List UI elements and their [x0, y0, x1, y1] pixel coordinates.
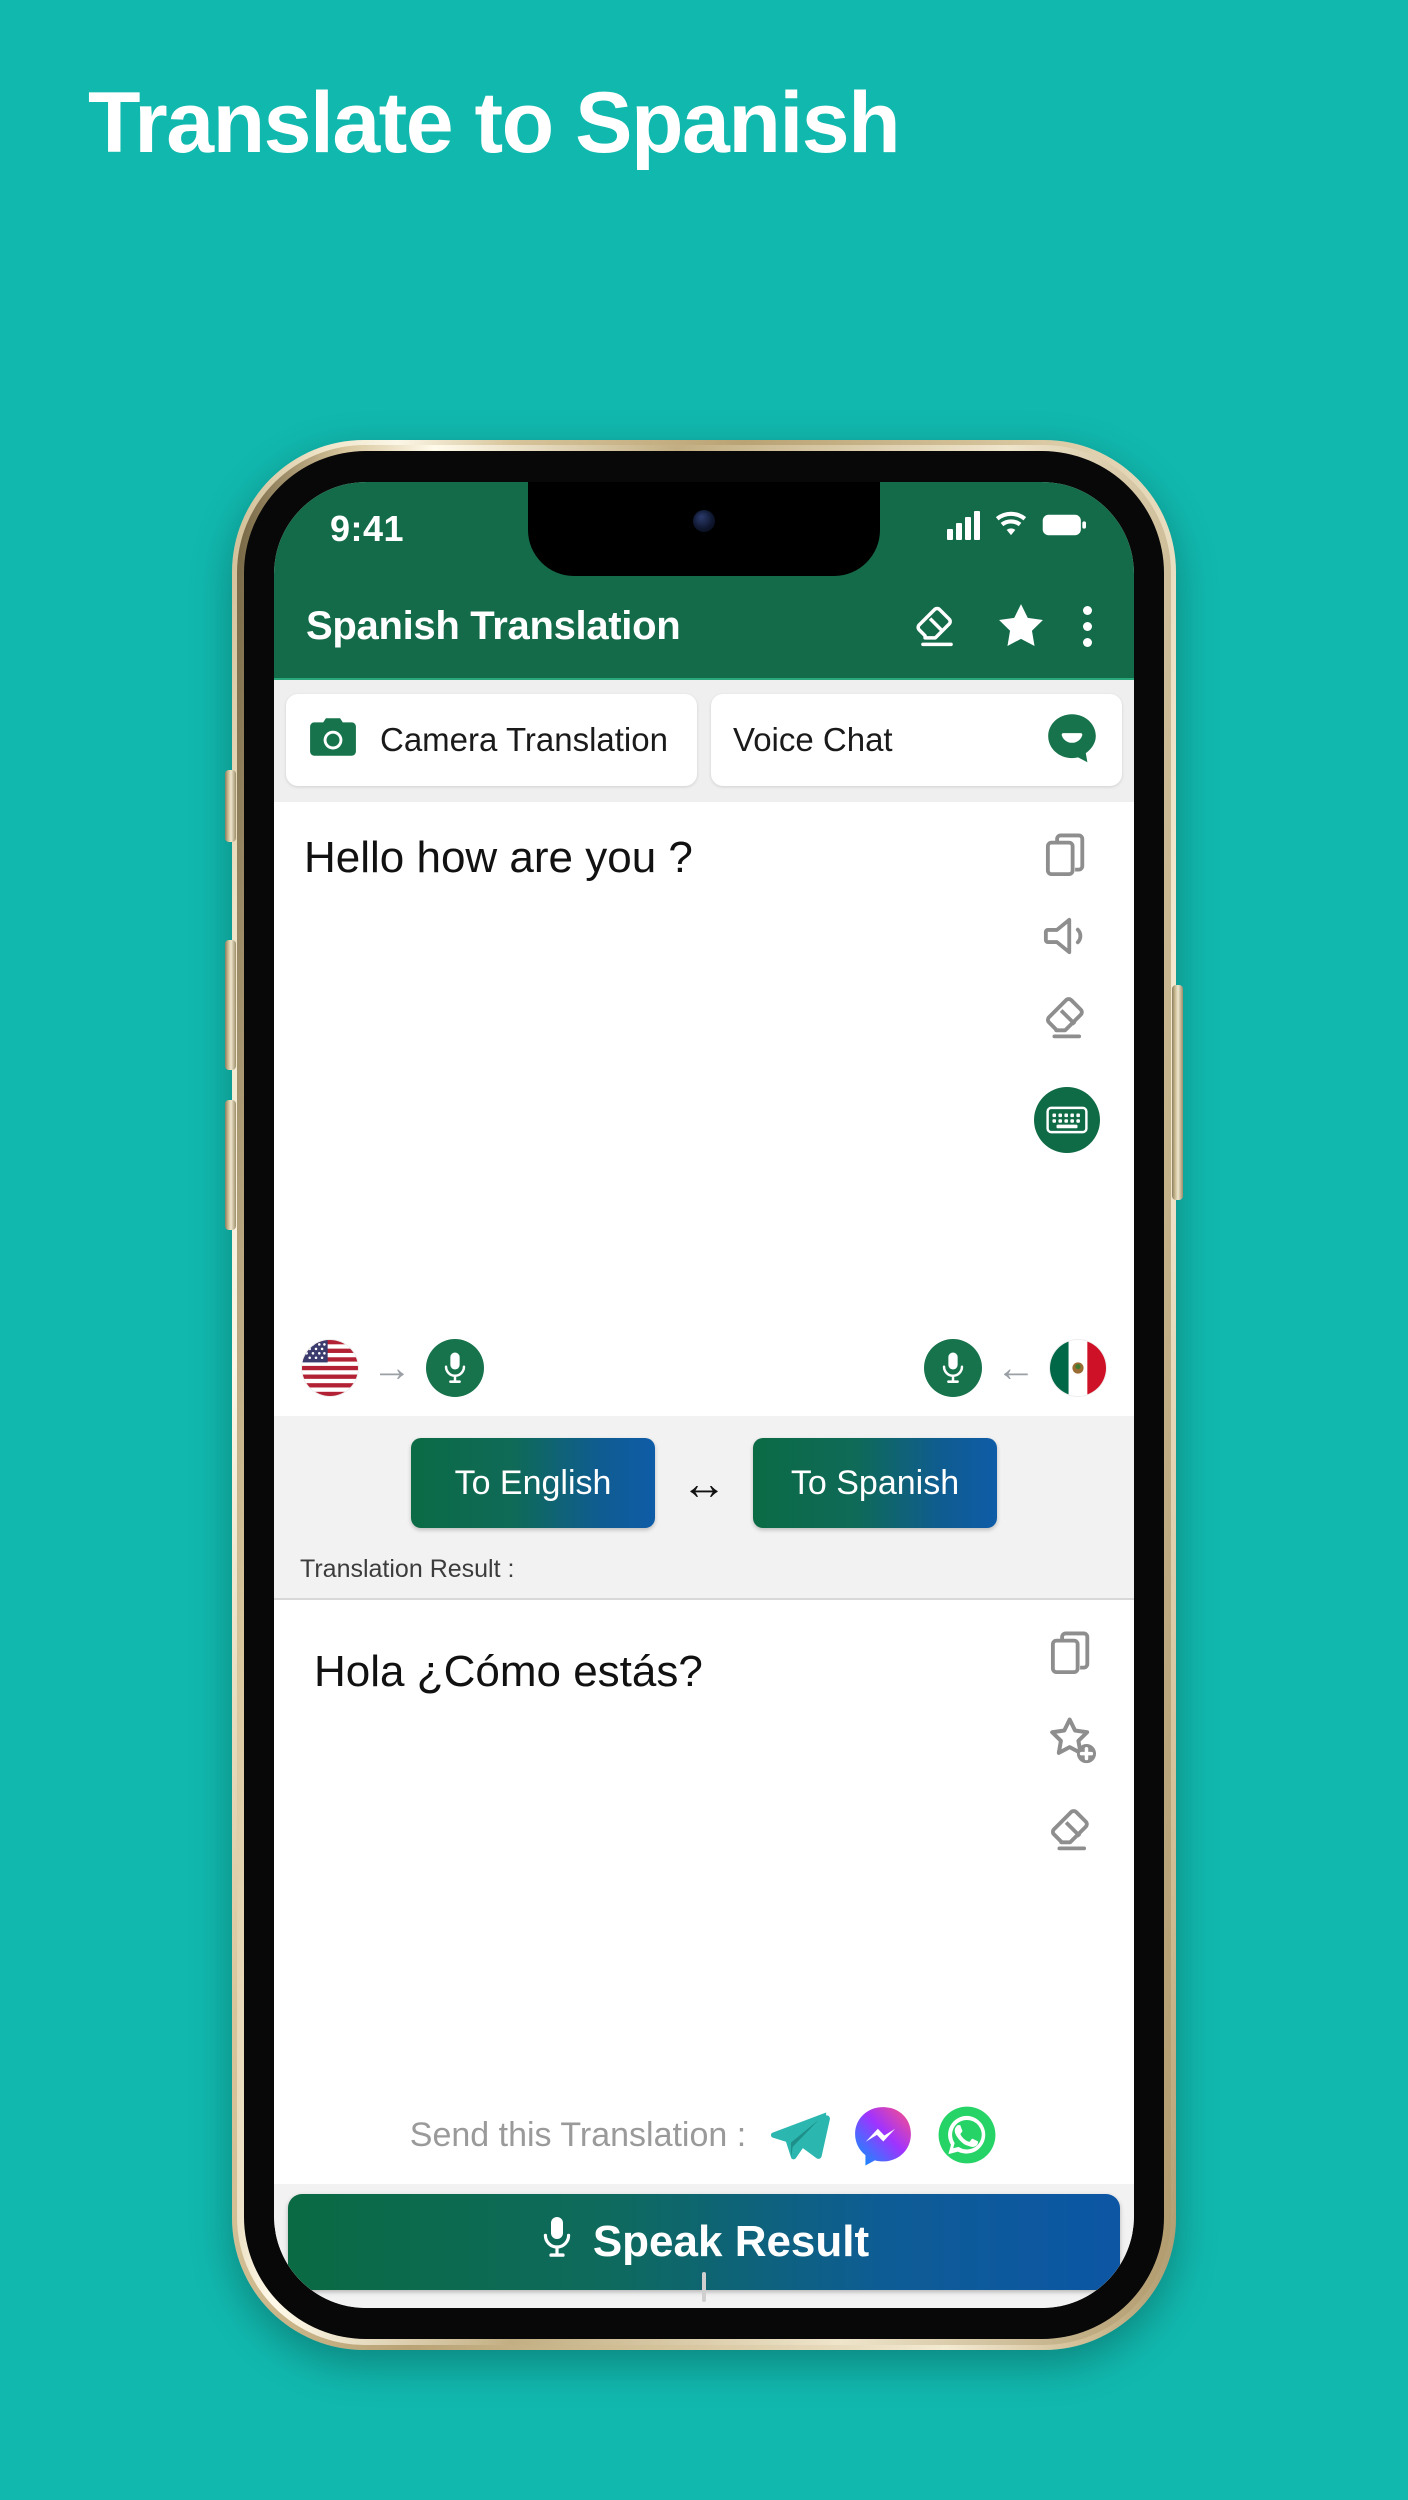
power-button[interactable]: [1172, 985, 1183, 1200]
swap-languages-icon[interactable]: ↔: [681, 1460, 727, 1506]
telegram-icon[interactable]: [768, 2104, 831, 2166]
chat-bubble-icon: [1044, 710, 1100, 771]
keyboard-icon[interactable]: [1034, 1087, 1100, 1153]
star-plus-icon[interactable]: [1044, 1713, 1100, 1774]
speak-result-label: Speak Result: [592, 2217, 870, 2266]
camera-icon: [308, 716, 358, 765]
display-notch: [528, 482, 880, 576]
microphone-icon: [539, 2215, 575, 2270]
to-spanish-button[interactable]: To Spanish: [753, 1438, 997, 1528]
share-row: Send this Translation :: [274, 2104, 1134, 2166]
eraser-icon[interactable]: [911, 600, 963, 652]
arrow-left-icon: ←: [996, 1346, 1036, 1390]
speaker-icon[interactable]: [1040, 909, 1094, 968]
target-mic-button[interactable]: [924, 1339, 982, 1397]
copy-icon[interactable]: [1040, 828, 1094, 887]
translation-result-label: Translation Result :: [300, 1555, 515, 1583]
eraser-icon[interactable]: [1045, 1802, 1099, 1861]
phone-screen: 9:41 Spanish Translation Camera Translat…: [274, 482, 1134, 2308]
app-bar: Spanish Translation: [274, 574, 1134, 680]
speak-bar: Speak Result: [274, 2184, 1134, 2308]
status-bar-time: 9:41: [330, 508, 405, 549]
mode-tabs: Camera Translation Voice Chat: [274, 680, 1134, 802]
star-icon[interactable]: [993, 598, 1049, 654]
tab-voice-label: Voice Chat: [733, 721, 893, 758]
tab-camera-label: Camera Translation: [380, 721, 668, 758]
status-bar: 9:41: [274, 482, 1134, 576]
whatsapp-icon[interactable]: [936, 2104, 998, 2166]
front-camera-icon: [693, 510, 715, 532]
app-title: Spanish Translation: [306, 603, 681, 648]
to-english-button[interactable]: To English: [411, 1438, 655, 1528]
arrow-right-icon: →: [372, 1346, 412, 1390]
translation-result-area[interactable]: Hola ¿Cómo estás? Send this Translation …: [274, 1598, 1134, 2184]
page-title: Translate to Spanish: [88, 75, 901, 171]
wifi-icon: [995, 511, 1027, 536]
us-flag[interactable]: [302, 1340, 358, 1396]
status-bar-indicators: [947, 510, 1086, 540]
messenger-icon[interactable]: [852, 2104, 914, 2166]
volume-up-button[interactable]: [225, 940, 236, 1070]
cellular-signal-icon: [947, 510, 980, 540]
source-text-area[interactable]: Hello how are you ?: [274, 802, 1134, 1320]
home-indicator: [702, 2272, 706, 2302]
share-label: Send this Translation :: [409, 2115, 747, 2154]
direction-buttons: To English ↔ To Spanish: [274, 1438, 1134, 1528]
copy-icon[interactable]: [1045, 1626, 1099, 1685]
language-selector-row: → ←: [274, 1320, 1134, 1416]
mute-switch-button[interactable]: [225, 770, 236, 842]
result-tools: [1044, 1626, 1100, 1861]
eraser-icon[interactable]: [1040, 990, 1094, 1049]
source-tools: [1034, 828, 1100, 1153]
tab-camera-translation[interactable]: Camera Translation: [286, 694, 697, 786]
phone-mockup: 9:41 Spanish Translation Camera Translat…: [225, 440, 1183, 2350]
source-mic-button[interactable]: [426, 1339, 484, 1397]
mx-flag[interactable]: [1050, 1340, 1106, 1396]
direction-strip: To English ↔ To Spanish Translation Resu…: [274, 1416, 1134, 1598]
translation-result-text[interactable]: Hola ¿Cómo estás?: [314, 1644, 954, 1699]
source-text[interactable]: Hello how are you ?: [304, 830, 964, 885]
tab-voice-chat[interactable]: Voice Chat: [711, 694, 1122, 786]
overflow-menu-icon[interactable]: [1083, 605, 1092, 647]
volume-down-button[interactable]: [225, 1100, 236, 1230]
battery-icon: [1042, 514, 1086, 536]
